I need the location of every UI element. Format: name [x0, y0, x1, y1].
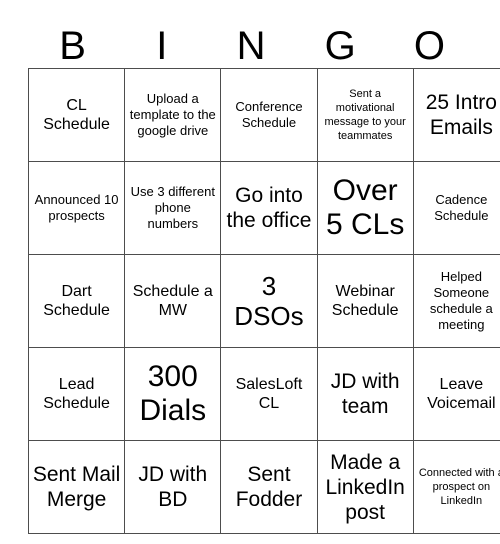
bingo-cell[interactable]: JD with BD	[124, 440, 222, 534]
bingo-cell[interactable]: Leave Voicemail	[412, 347, 500, 441]
bingo-cell[interactable]: Sent a motivational message to your team…	[316, 68, 414, 162]
bingo-grid: CL Schedule Upload a template to the goo…	[27, 68, 500, 534]
bingo-cell[interactable]: Announced 10 prospects	[27, 161, 126, 255]
bingo-cell[interactable]: Use 3 different phone numbers	[124, 161, 222, 255]
bingo-cell[interactable]: Cadence Schedule	[412, 161, 500, 255]
bingo-row: Dart Schedule Schedule a MW 3 DSOs Webin…	[27, 254, 500, 348]
bingo-cell[interactable]: Conference Schedule	[220, 68, 318, 162]
bingo-cell[interactable]: Connected with a prospect on LinkedIn	[412, 440, 500, 534]
bingo-cell[interactable]: Webinar Schedule	[316, 254, 414, 348]
bingo-cell[interactable]: 300 Dials	[124, 347, 222, 441]
bingo-header: B I N G O	[28, 12, 474, 68]
bingo-header-letter-n: N	[236, 24, 266, 68]
bingo-cell[interactable]: Sent Fodder	[220, 440, 318, 534]
bingo-header-letter-b: B	[59, 24, 86, 68]
bingo-cell[interactable]: Dart Schedule	[27, 254, 126, 348]
bingo-row: Lead Schedule 300 Dials SalesLoft CL JD …	[27, 347, 500, 441]
bingo-cell[interactable]: Lead Schedule	[27, 347, 126, 441]
bingo-header-letter-i: I	[156, 24, 168, 68]
bingo-cell[interactable]: JD with team	[316, 347, 414, 441]
bingo-cell[interactable]: 3 DSOs	[220, 254, 318, 348]
bingo-header-letter-o: O	[413, 24, 445, 68]
bingo-cell[interactable]: CL Schedule	[27, 68, 126, 162]
bingo-cell[interactable]: Helped Someone schedule a meeting	[412, 254, 500, 348]
bingo-cell[interactable]: Over 5 CLs	[316, 161, 414, 255]
bingo-header-letter-g: G	[324, 24, 356, 68]
bingo-row: Announced 10 prospects Use 3 different p…	[27, 161, 500, 255]
bingo-row: Sent Mail Merge JD with BD Sent Fodder M…	[27, 440, 500, 534]
bingo-cell[interactable]: 25 Intro Emails	[412, 68, 500, 162]
bingo-cell[interactable]: Sent Mail Merge	[27, 440, 126, 534]
bingo-cell[interactable]: Go into the office	[220, 161, 318, 255]
bingo-row: CL Schedule Upload a template to the goo…	[27, 68, 500, 162]
bingo-cell[interactable]: Schedule a MW	[124, 254, 222, 348]
bingo-card: B I N G O CL Schedule Upload a template …	[27, 12, 500, 534]
bingo-cell[interactable]: Upload a template to the google drive	[124, 68, 222, 162]
bingo-cell[interactable]: SalesLoft CL	[220, 347, 318, 441]
bingo-cell[interactable]: Made a LinkedIn post	[316, 440, 414, 534]
